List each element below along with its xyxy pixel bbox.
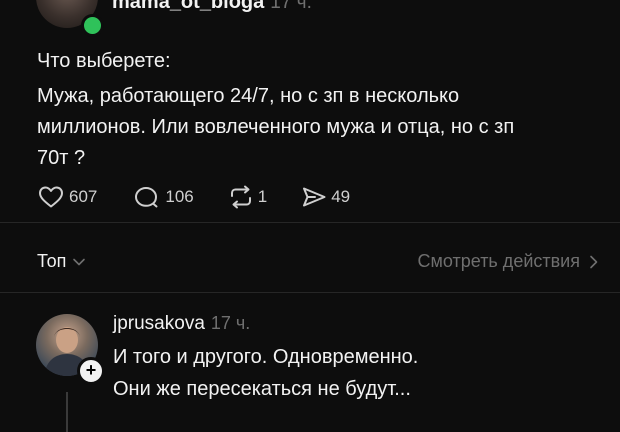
like-count: 607	[69, 187, 98, 206]
chevron-down-icon	[73, 258, 86, 265]
post-text-line: Мужа, работающего 24/7, но с зп в нескол…	[37, 85, 460, 107]
sort-dropdown[interactable]: Топ	[37, 251, 86, 272]
online-status-dot	[81, 14, 104, 37]
post-text-line: 70т ?	[37, 147, 86, 169]
comment-button[interactable]: 106	[133, 185, 194, 209]
chevron-right-icon	[590, 255, 598, 268]
divider	[0, 292, 620, 293]
repost-icon	[230, 185, 251, 209]
reply-time: 17 ч.	[210, 313, 251, 333]
heart-icon	[39, 186, 63, 208]
repost-count: 1	[257, 187, 268, 206]
share-button[interactable]: 49	[301, 185, 350, 209]
view-activity-label: Смотреть действия	[417, 251, 580, 271]
reply-author-name[interactable]: jprusakova	[113, 313, 205, 334]
sort-label: Топ	[37, 251, 67, 271]
share-count: 49	[331, 187, 351, 206]
post-text-line: Что выберете:	[37, 50, 171, 72]
post-author[interactable]: mama_ot_bloga 17 ч.	[112, 0, 312, 14]
comment-count: 106	[165, 187, 194, 206]
repost-button[interactable]: 1	[227, 185, 267, 209]
reply-author[interactable]: jprusakova 17 ч.	[113, 313, 250, 335]
reply-text-line: Они же пересекаться не будут...	[113, 378, 411, 400]
post-time: 17 ч.	[270, 0, 312, 13]
post-text-line: миллионов. Или вовлеченного мужа и отца,…	[37, 116, 515, 138]
divider	[0, 222, 620, 223]
comment-icon	[135, 187, 158, 208]
send-icon	[303, 187, 326, 207]
thread-line	[66, 392, 68, 432]
follow-plus-button[interactable]: +	[77, 357, 105, 385]
reply-text-line: И того и другого. Одновременно.	[113, 346, 419, 368]
view-activity-link[interactable]: Смотреть действия	[418, 251, 600, 272]
post-author-name[interactable]: mama_ot_bloga	[112, 0, 264, 13]
like-button[interactable]: 607	[38, 185, 97, 209]
post-actions: 607 106 1 49	[38, 185, 350, 209]
